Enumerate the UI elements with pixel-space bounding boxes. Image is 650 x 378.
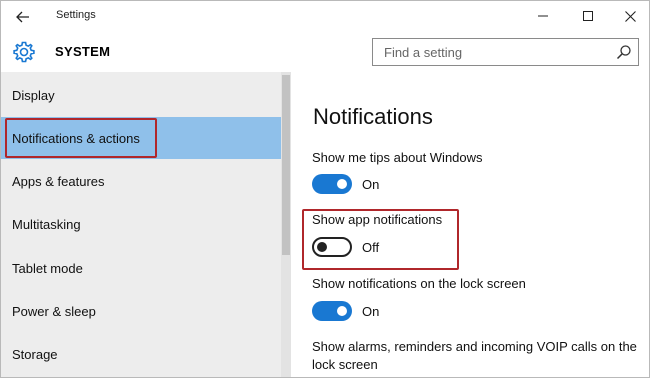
title-bar: Settings [1, 1, 649, 32]
search-icon[interactable] [616, 44, 632, 60]
section-title: SYSTEM [55, 44, 111, 59]
sidebar-item-display[interactable]: Display [1, 74, 281, 116]
minimize-button[interactable] [523, 3, 563, 29]
sidebar-item-power-sleep[interactable]: Power & sleep [1, 290, 281, 332]
setting-label-tips: Show me tips about Windows [312, 150, 483, 165]
setting-label-lock-screen: Show notifications on the lock screen [312, 276, 526, 291]
toggle-knob [337, 306, 347, 316]
search-input[interactable] [373, 39, 613, 65]
sidebar-item-label: Tablet mode [12, 260, 83, 276]
sidebar-item-tablet-mode[interactable]: Tablet mode [1, 247, 281, 289]
back-button[interactable] [7, 5, 39, 29]
maximize-button[interactable] [568, 3, 608, 29]
sidebar-item-multitasking[interactable]: Multitasking [1, 203, 281, 245]
sidebar-item-label: Display [12, 87, 55, 103]
sidebar-item-storage[interactable]: Storage [1, 333, 281, 375]
annotation-highlight-sidebar [5, 118, 157, 158]
page-title: Notifications [313, 104, 433, 129]
sidebar-item-label: Multitasking [12, 216, 81, 232]
sidebar-item-label: Storage [12, 346, 58, 362]
sidebar-item-apps-features[interactable]: Apps & features [1, 160, 281, 202]
toggle-tips[interactable] [312, 174, 352, 194]
setting-label-alarms-voip: Show alarms, reminders and incoming VOIP… [312, 339, 637, 372]
close-button[interactable] [610, 3, 649, 29]
settings-window: Settings SYSTEM Find a setting Display N… [0, 0, 650, 378]
main-content: Notifications Show me tips about Windows… [291, 72, 649, 377]
toggle-knob [337, 179, 347, 189]
back-arrow-icon [16, 11, 29, 23]
sidebar-item-label: Power & sleep [12, 303, 96, 319]
toggle-state-lock-screen: On [362, 304, 380, 319]
sidebar-scrollbar[interactable] [281, 72, 291, 377]
maximize-icon [583, 11, 593, 21]
settings-header: SYSTEM [1, 32, 649, 72]
scrollbar-thumb[interactable] [282, 75, 290, 255]
annotation-highlight-app-notifications [302, 209, 459, 270]
window-title: Settings [56, 9, 96, 21]
gear-icon [13, 41, 35, 63]
sidebar-item-label: Apps & features [12, 173, 105, 189]
search-box[interactable] [372, 38, 639, 66]
minimize-icon [538, 15, 548, 17]
toggle-lock-screen[interactable] [312, 301, 352, 321]
toggle-state-tips: On [362, 177, 380, 192]
close-icon [624, 10, 636, 22]
